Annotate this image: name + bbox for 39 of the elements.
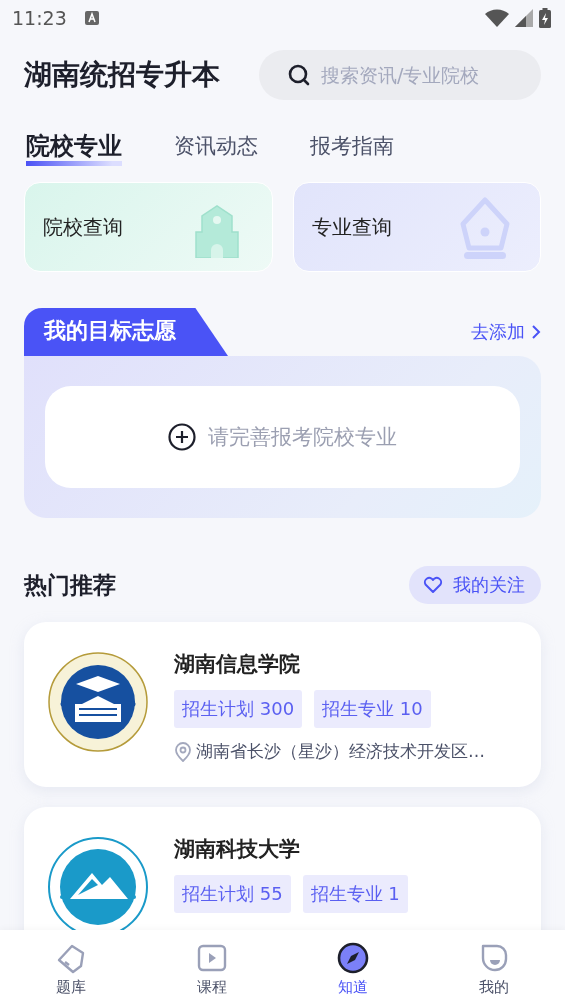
category-tab[interactable]: 资讯动态: [174, 130, 258, 166]
stat-tag: 招生专业 1: [302, 875, 408, 913]
video-icon: [195, 942, 228, 974]
signal-icon: [515, 9, 533, 27]
heart-icon: [423, 576, 443, 594]
school-name: 湖南科技大学: [174, 836, 301, 863]
status-time: 11:23: [12, 7, 67, 29]
stat-tag: 招生专业 10: [314, 690, 431, 728]
nav-tab[interactable]: 课程: [141, 930, 283, 1004]
section-title: 热门推荐: [24, 570, 116, 600]
app-title: 湖南统招专升本: [24, 57, 220, 93]
chevron-right-icon: [531, 324, 541, 340]
plus-circle-icon: [168, 423, 196, 451]
add-link[interactable]: 去添加: [471, 320, 541, 344]
follow-button[interactable]: 我的关注: [409, 566, 541, 604]
query-card-label: 专业查询: [311, 213, 392, 241]
school-address: 湖南省长沙（星沙）经济技术开发区…: [196, 740, 485, 763]
location-pin-icon: [174, 741, 192, 762]
search-icon: [287, 63, 311, 87]
school-emblem-icon: [48, 652, 148, 752]
nav-tab[interactable]: 题库: [0, 930, 142, 1004]
nav-tab[interactable]: 我的: [423, 930, 565, 1004]
keyboard-indicator-icon: [84, 11, 99, 25]
category-tab[interactable]: 院校专业: [26, 130, 122, 166]
compass-icon: [337, 942, 370, 974]
query-card-label: 院校查询: [43, 213, 123, 241]
query-card[interactable]: 专业查询: [292, 182, 541, 272]
school-name: 湖南信息学院: [174, 651, 301, 678]
nav-tab[interactable]: 知道: [282, 930, 424, 1004]
category-tab[interactable]: 报考指南: [310, 130, 394, 166]
search-field[interactable]: 搜索资讯/专业院校: [259, 50, 541, 100]
query-card[interactable]: 院校查询: [24, 182, 273, 272]
school-card[interactable]: 湖南科技大学 招生计划 55 招生专业 1: [24, 807, 541, 930]
wifi-icon: [485, 9, 509, 27]
stat-tag: 招生计划 55: [174, 875, 291, 913]
stat-tag: 招生计划 300: [174, 690, 303, 728]
battery-icon: [539, 8, 551, 28]
section-tab-title: 我的目标志愿: [24, 308, 228, 356]
school-card[interactable]: 湖南信息学院 招生计划 300 招生专业 10 湖南省长沙（星沙）经济技术开发区…: [24, 622, 541, 787]
